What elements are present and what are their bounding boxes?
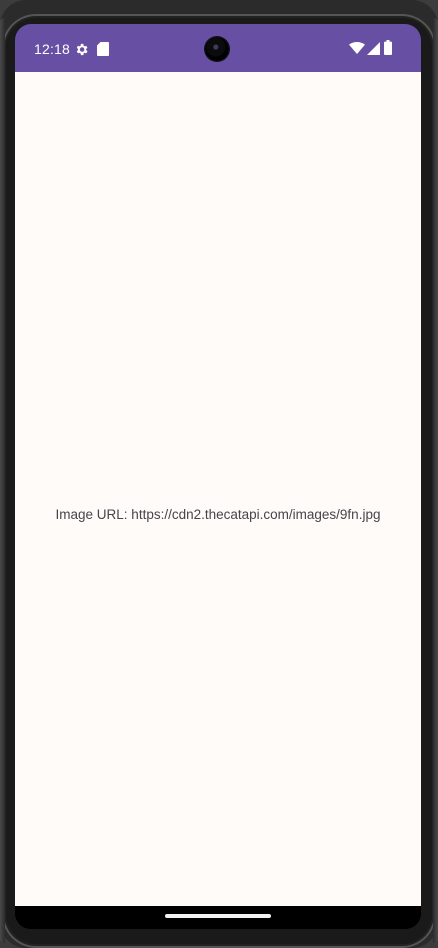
home-gesture-handle[interactable] bbox=[165, 914, 271, 918]
device-side-right bbox=[433, 18, 438, 943]
front-camera bbox=[205, 37, 229, 61]
status-time: 12:18 bbox=[34, 41, 71, 57]
navigation-bar bbox=[15, 906, 421, 929]
status-bar: 12:18 bbox=[15, 24, 421, 72]
phone-screen: 12:18 Image URL: https://cdn2.thecatapi.… bbox=[15, 24, 421, 929]
cellular-signal-icon bbox=[367, 42, 380, 55]
sd-card-icon bbox=[97, 42, 109, 56]
battery-icon bbox=[384, 40, 392, 55]
settings-gear-icon bbox=[76, 43, 88, 56]
wifi-icon bbox=[349, 42, 365, 54]
device-side-left bbox=[0, 18, 5, 943]
device-frame: 12:18 Image URL: https://cdn2.thecatapi.… bbox=[0, 0, 438, 948]
image-url-text: Image URL: https://cdn2.thecatapi.com/im… bbox=[55, 507, 381, 522]
main-content: Image URL: https://cdn2.thecatapi.com/im… bbox=[15, 72, 421, 906]
